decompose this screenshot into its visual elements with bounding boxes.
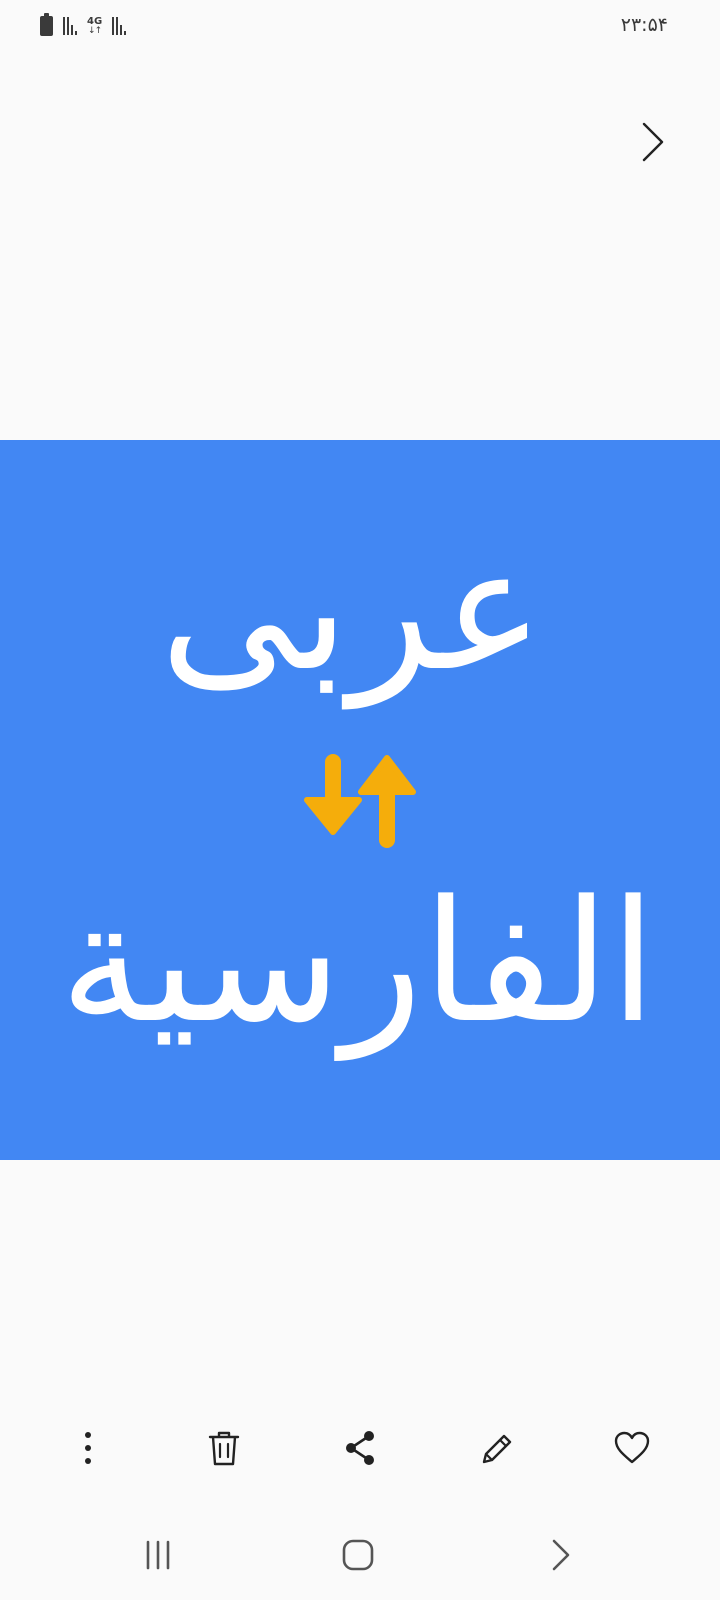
share-button[interactable] [336,1424,384,1472]
home-button[interactable] [330,1530,386,1580]
status-time: ۲۳:۵۴ [620,14,668,36]
more-vertical-icon [85,1432,91,1464]
network-4g-icon: 4G ↓↑ [87,15,103,36]
pencil-icon [482,1434,512,1464]
edit-button[interactable] [472,1424,520,1472]
navigation-bar [0,1520,720,1590]
trash-icon [208,1431,240,1466]
status-bar: 4G ↓↑ ۲۳:۵۴ [0,0,720,52]
signal-icon [63,17,77,35]
share-icon [346,1431,374,1465]
delete-button[interactable] [200,1424,248,1472]
image-text-arabic: عربی [160,511,544,710]
recents-icon [146,1540,170,1570]
image-canvas: عربی الفارسية [0,440,720,1160]
battery-icon [40,13,53,36]
chevron-right-icon [642,122,664,162]
status-icons: 4G ↓↑ [40,13,127,38]
favorite-button[interactable] [608,1424,656,1472]
back-icon [552,1539,570,1571]
gallery-viewer-screen: 4G ↓↑ ۲۳:۵۴ عربی الفارسية [0,0,720,1600]
image-text-farsi: الفارسية [60,864,657,1061]
next-image-button[interactable] [628,118,676,166]
more-options-button[interactable] [64,1424,112,1472]
heart-icon [614,1431,650,1464]
network-activity-arrows: ↓↑ [88,25,102,36]
network-type-label: 4G [87,15,103,27]
recents-button[interactable] [130,1530,186,1580]
displayed-image[interactable]: عربی الفارسية [0,440,720,1160]
home-icon [342,1539,374,1571]
action-bar [0,1418,720,1478]
back-button[interactable] [532,1530,588,1580]
signal-icon [112,17,127,35]
